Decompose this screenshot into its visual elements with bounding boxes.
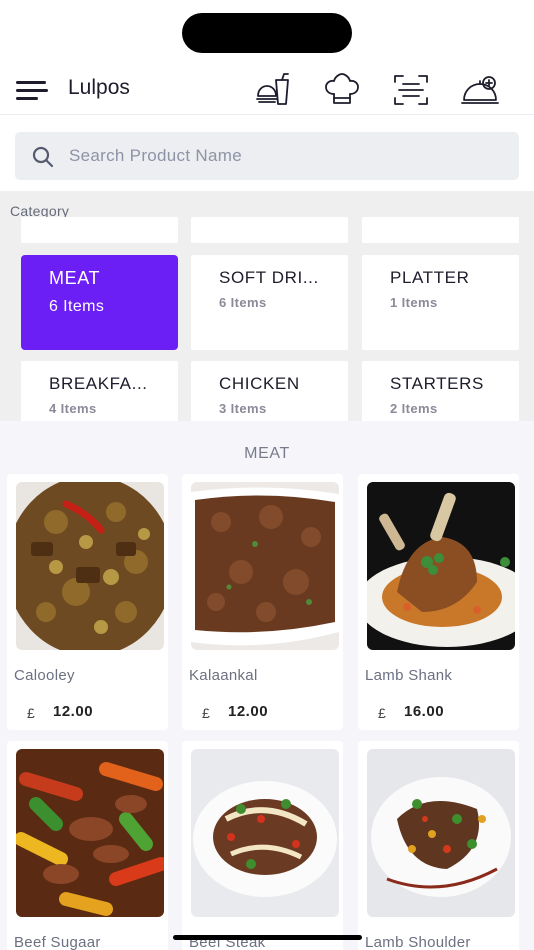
- category-count: 2 Items: [390, 401, 438, 416]
- category-name: MEAT: [49, 268, 101, 288]
- scan-icon[interactable]: [391, 72, 431, 108]
- category-tile-soft-drinks[interactable]: SOFT DRI... 6 Items: [191, 255, 348, 350]
- category-section: Category MEAT 6 Items SOFT DRI... 6 Item…: [0, 191, 534, 421]
- home-indicator[interactable]: [173, 935, 362, 940]
- category-count: 6 Items: [49, 298, 105, 315]
- category-count: 3 Items: [219, 401, 267, 416]
- currency-symbol: £: [202, 705, 210, 721]
- product-name: Lamb Shoulder: [365, 934, 471, 950]
- category-tile-meat[interactable]: MEAT 6 Items: [21, 255, 178, 350]
- search-input[interactable]: [69, 132, 499, 180]
- category-count: 4 Items: [49, 401, 97, 416]
- product-card-beef-sugaar[interactable]: Beef Sugaar: [7, 741, 168, 950]
- product-card-kalaankal[interactable]: Kalaankal £ 12.00: [182, 474, 343, 730]
- header-divider: [0, 114, 534, 115]
- product-image: [191, 482, 339, 650]
- product-name: Calooley: [14, 667, 75, 684]
- app-header: Lulpos: [0, 66, 534, 114]
- product-image: [367, 749, 515, 917]
- category-tile-platter[interactable]: PLATTER 1 Items: [362, 255, 519, 350]
- product-image: [16, 749, 164, 917]
- app-title: Lulpos: [68, 76, 130, 99]
- category-tile-starters[interactable]: STARTERS 2 Items: [362, 361, 519, 421]
- product-card-lamb-shoulder[interactable]: Lamb Shoulder: [358, 741, 519, 950]
- category-count: 6 Items: [219, 295, 267, 310]
- category-tile-partial[interactable]: [191, 217, 348, 243]
- category-tile-chicken[interactable]: CHICKEN 3 Items: [191, 361, 348, 421]
- product-card-beef-steak[interactable]: Beef Steak: [182, 741, 343, 950]
- category-count: 1 Items: [390, 295, 438, 310]
- category-tile-partial[interactable]: [21, 217, 178, 243]
- chef-hat-icon[interactable]: [322, 72, 362, 108]
- category-tile-breakfast[interactable]: BREAKFA... 4 Items: [21, 361, 178, 421]
- meal-icon[interactable]: [254, 72, 294, 108]
- search-bar[interactable]: [15, 132, 519, 180]
- category-name: SOFT DRI...: [219, 268, 319, 287]
- product-name: Lamb Shank: [365, 667, 453, 684]
- category-tile-partial[interactable]: [362, 217, 519, 243]
- product-price: 12.00: [53, 703, 94, 720]
- product-image: [367, 482, 515, 650]
- product-section: MEAT Calooley £ 12.00 Kalaankal £ 12.00 …: [0, 421, 534, 950]
- product-card-calooley[interactable]: Calooley £ 12.00: [7, 474, 168, 730]
- product-name: Kalaankal: [189, 667, 258, 684]
- search-icon: [32, 146, 54, 168]
- product-name: Beef Sugaar: [14, 934, 101, 950]
- product-price: 12.00: [228, 703, 269, 720]
- product-image: [191, 749, 339, 917]
- category-name: PLATTER: [390, 268, 470, 287]
- camera-notch: [182, 13, 352, 53]
- currency-symbol: £: [378, 705, 386, 721]
- category-name: STARTERS: [390, 374, 484, 393]
- category-name: CHICKEN: [219, 374, 300, 393]
- section-title: MEAT: [244, 445, 290, 462]
- category-name: BREAKFA...: [49, 374, 148, 393]
- product-price: 16.00: [404, 703, 445, 720]
- serving-dish-add-icon[interactable]: [460, 72, 500, 108]
- product-card-lamb-shank[interactable]: Lamb Shank £ 16.00: [358, 474, 519, 730]
- product-image: [16, 482, 164, 650]
- menu-icon[interactable]: [16, 78, 50, 102]
- currency-symbol: £: [27, 705, 35, 721]
